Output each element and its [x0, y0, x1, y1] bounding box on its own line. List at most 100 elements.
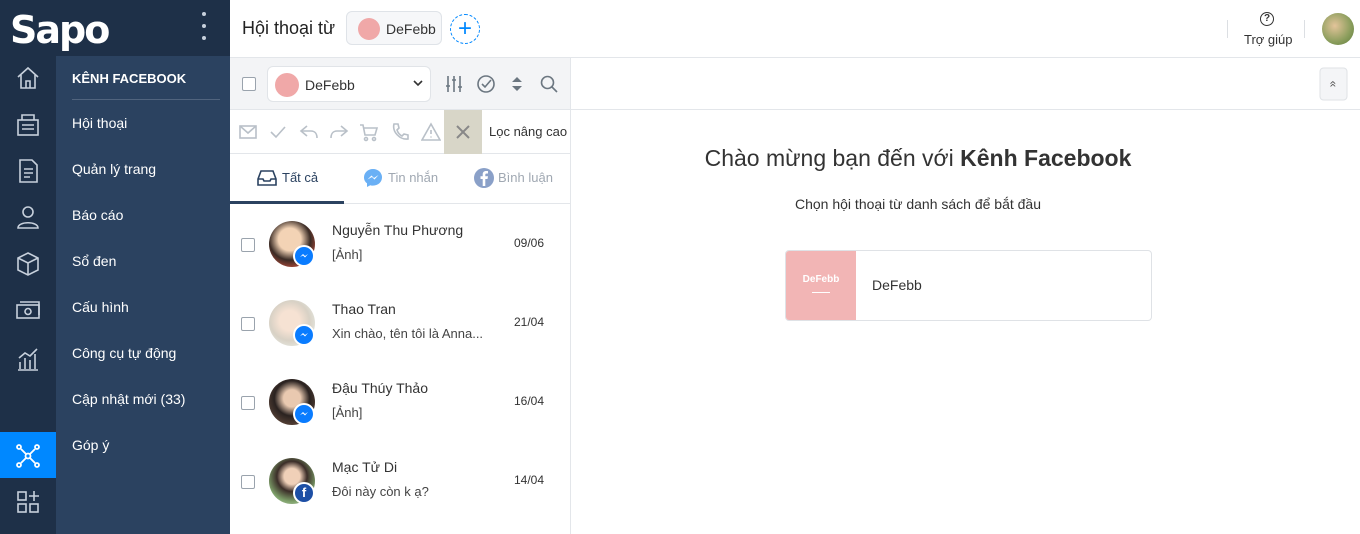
cart-icon[interactable] [359, 122, 379, 142]
welcome-bold: Kênh Facebook [960, 145, 1132, 171]
row-checkbox[interactable] [241, 317, 255, 331]
orders-icon[interactable] [14, 111, 42, 139]
welcome-title: Chào mừng bạn đến với Kênh Facebook [571, 145, 1265, 172]
conversation-name: Nguyễn Thu Phương [332, 222, 464, 238]
conversation-snippet: Xin chào, tên tôi là Anna... [332, 326, 484, 341]
page-card-name: DeFebb [872, 277, 922, 293]
box-icon[interactable] [14, 250, 42, 278]
row-checkbox[interactable] [241, 238, 255, 252]
page-chip[interactable]: DeFebb [346, 11, 442, 45]
mail-icon[interactable] [238, 122, 258, 142]
network-icon[interactable] [0, 432, 56, 478]
conversation-snippet: [Ảnh] [332, 405, 363, 420]
page-select-value: DeFebb [305, 77, 355, 93]
tab-messages-label: Tin nhắn [388, 170, 439, 185]
facebook-icon [474, 168, 494, 188]
user-icon[interactable] [14, 203, 42, 231]
page-avatar [358, 18, 380, 40]
conversation-snippet: [Ảnh] [332, 247, 363, 262]
facebook-icon: f [293, 482, 315, 504]
more-vertical-icon[interactable] [200, 12, 208, 40]
tab-comments-label: Bình luận [498, 170, 553, 185]
conversation-row[interactable]: f Mạc Tử Di Đôi này còn k ạ? 14/04 [230, 441, 570, 520]
close-icon [456, 125, 470, 139]
sidebar-item-reports[interactable]: Báo cáo [72, 207, 123, 223]
tab-comments[interactable]: Bình luận [457, 154, 570, 204]
sidebar-item-conversations[interactable]: Hội thoại [72, 115, 127, 131]
sidebar-item-automation[interactable]: Công cụ tự động [72, 345, 176, 361]
facebook-submenu: KÊNH FACEBOOK Hội thoại Quản lý trang Bá… [56, 56, 230, 534]
page-select[interactable]: DeFebb [267, 66, 431, 102]
chevron-down-icon [413, 80, 423, 87]
conversation-name: Thao Tran [332, 301, 396, 317]
help-label[interactable]: Trợ giúp [1244, 32, 1293, 47]
conversation-row[interactable]: Thao Tran Xin chào, tên tôi là Anna... 2… [230, 283, 570, 362]
document-icon[interactable] [14, 157, 42, 185]
collapse-button[interactable]: « [1319, 67, 1348, 101]
messenger-icon [364, 169, 382, 187]
welcome-prefix: Chào mừng bạn đến với [704, 145, 954, 171]
tab-messages[interactable]: Tin nhắn [344, 154, 457, 204]
phone-icon[interactable] [390, 122, 410, 142]
messenger-icon [293, 324, 315, 346]
advanced-filter-button[interactable]: Lọc nâng cao [489, 124, 567, 139]
main-content: « Chào mừng bạn đến với Kênh Facebook Ch… [571, 58, 1360, 534]
conversation-name: Đậu Thúy Thảo [332, 380, 428, 396]
apps-icon[interactable] [14, 488, 42, 516]
conversation-list-panel: DeFebb Lọc nâng cao Tất cả Tin nhắn Bình… [230, 58, 571, 534]
clear-filter-button[interactable] [444, 110, 482, 154]
check-circle-icon[interactable] [476, 74, 496, 94]
sidebar-item-feedback[interactable]: Góp ý [72, 437, 109, 453]
row-checkbox[interactable] [241, 396, 255, 410]
help-icon[interactable]: ? [1260, 12, 1274, 26]
page-chip-name: DeFebb [386, 21, 436, 37]
logo-area: Sapo [0, 0, 230, 56]
conversation-row[interactable]: Nguyễn Thu Phương [Ảnh] 09/06 [230, 204, 570, 283]
warning-icon[interactable] [420, 122, 442, 142]
sidebar-item-updates[interactable]: Cập nhật mới (33) [72, 391, 185, 407]
conversation-name: Mạc Tử Di [332, 459, 398, 475]
sidebar-item-manage-pages[interactable]: Quản lý trang [72, 161, 156, 177]
submenu-title: KÊNH FACEBOOK [72, 71, 187, 86]
filter-toolbar: Lọc nâng cao [230, 110, 570, 154]
home-icon[interactable] [14, 64, 42, 92]
conversation-date: 09/06 [514, 236, 545, 250]
divider [1227, 20, 1228, 38]
sort-icon[interactable] [507, 74, 527, 94]
inbox-icon [257, 170, 277, 186]
reply-icon[interactable] [299, 122, 319, 142]
page-avatar [275, 73, 299, 97]
thumbnail-divider [812, 292, 830, 293]
sapo-logo[interactable]: Sapo [10, 8, 110, 52]
sidebar-item-blacklist[interactable]: Sổ đen [72, 253, 116, 269]
user-avatar[interactable] [1322, 13, 1354, 45]
submenu-divider [72, 99, 220, 100]
messenger-icon [293, 245, 315, 267]
conversation-row[interactable]: Đậu Thúy Thảo [Ảnh] 16/04 [230, 362, 570, 441]
tab-all-label: Tất cả [282, 170, 319, 185]
select-all-checkbox[interactable] [242, 77, 256, 91]
divider [1304, 20, 1305, 38]
sliders-icon[interactable] [444, 74, 464, 94]
conversation-snippet: Đôi này còn k ạ? [332, 484, 429, 499]
tab-all[interactable]: Tất cả [230, 154, 344, 204]
chart-icon[interactable] [14, 345, 42, 373]
money-icon[interactable] [14, 296, 42, 324]
check-icon[interactable] [268, 122, 288, 142]
page-thumbnail-text: DeFebb [802, 274, 840, 285]
messenger-icon [293, 403, 315, 425]
conversation-date: 14/04 [514, 473, 545, 487]
page-thumbnail: DeFebb [786, 251, 856, 320]
search-icon[interactable] [539, 74, 559, 94]
forward-icon[interactable] [329, 122, 349, 142]
main-toolbar: « [571, 58, 1360, 110]
welcome-subtitle: Chọn hội thoại từ danh sách để bắt đầu [795, 196, 1041, 212]
conversation-tabs: Tất cả Tin nhắn Bình luận [230, 154, 570, 204]
top-bar: Hội thoại từ DeFebb + ? Trợ giúp [230, 0, 1360, 58]
page-card[interactable]: DeFebb DeFebb [785, 250, 1152, 321]
row-checkbox[interactable] [241, 475, 255, 489]
add-page-button[interactable]: + [450, 14, 480, 44]
conversation-date: 16/04 [514, 394, 545, 408]
sidebar-item-config[interactable]: Cấu hình [72, 299, 129, 315]
list-toolbar: DeFebb [230, 58, 570, 110]
